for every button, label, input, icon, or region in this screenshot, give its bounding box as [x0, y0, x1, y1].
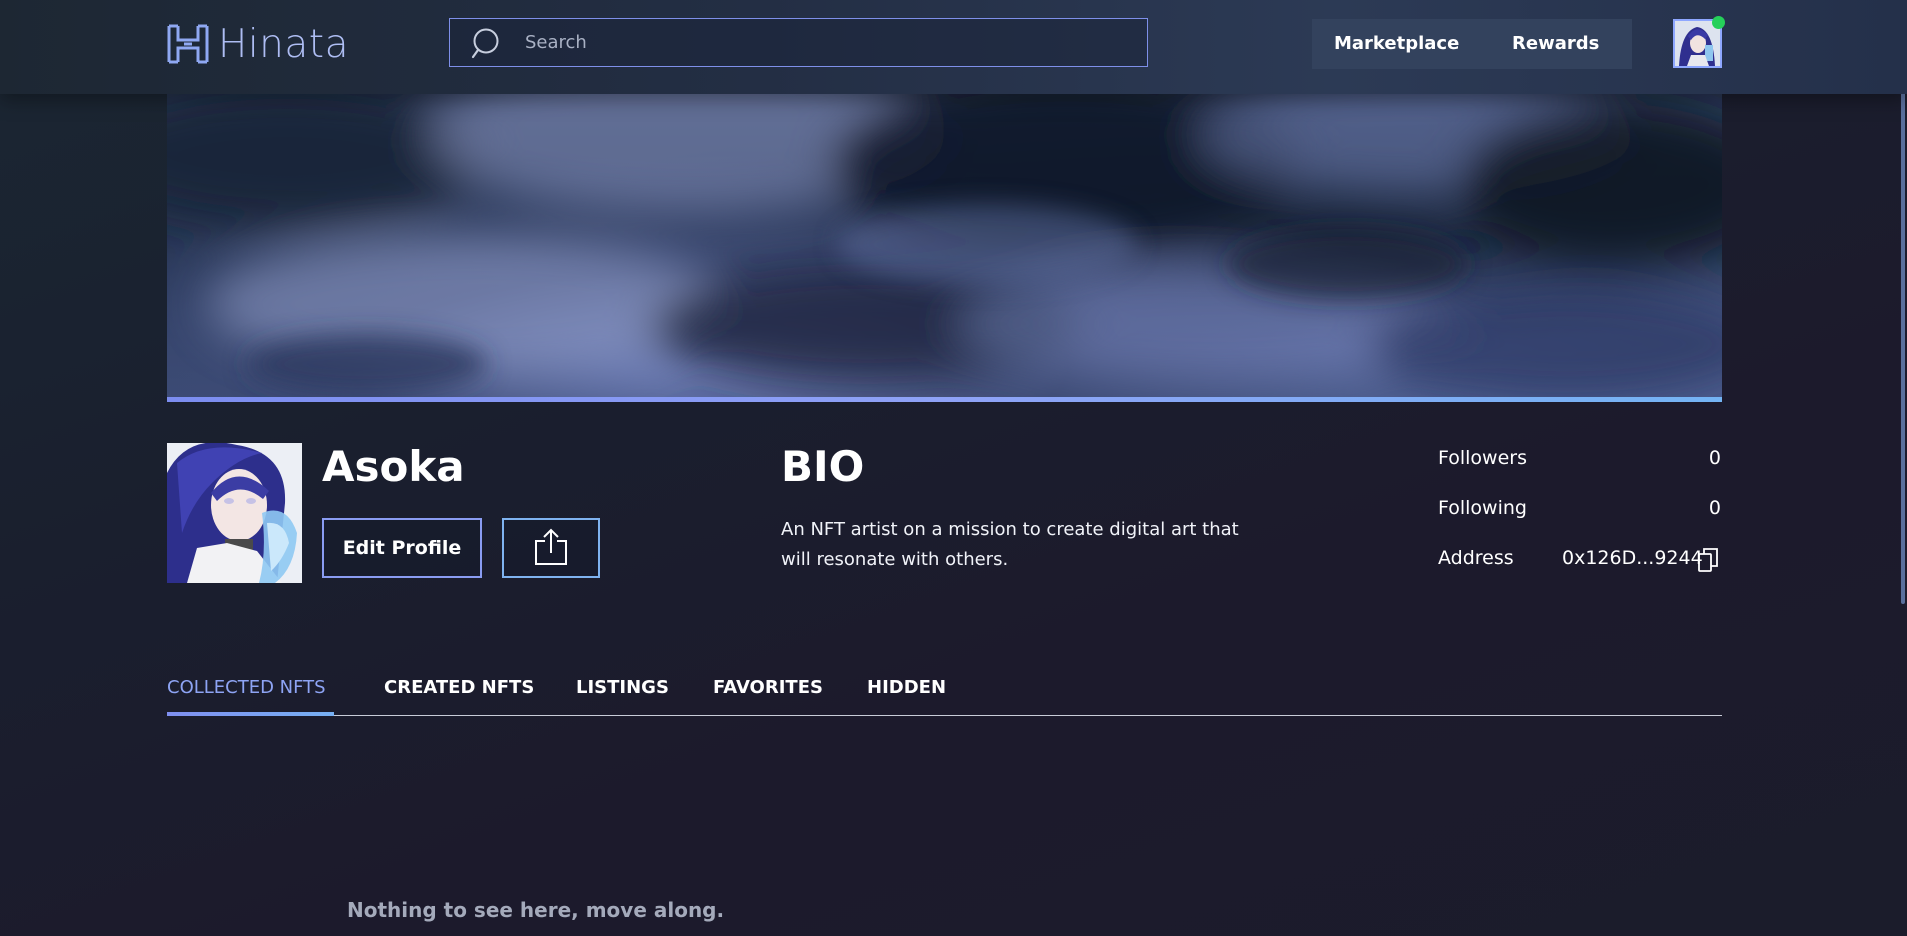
search-input[interactable] [523, 31, 1107, 54]
tab-created-nfts[interactable]: CREATED NFTS [384, 677, 534, 698]
search-bar[interactable] [449, 18, 1148, 67]
copy-icon[interactable] [1697, 547, 1719, 573]
followers-label: Followers [1438, 447, 1527, 469]
active-tab-indicator [167, 712, 334, 716]
banner-accent-line [167, 397, 1722, 402]
top-nav-bar: Hinata Marketplace Rewards [0, 0, 1907, 94]
bio-heading: BIO [781, 442, 865, 491]
search-icon [471, 27, 503, 59]
following-label: Following [1438, 497, 1527, 519]
profile-avatar [167, 443, 302, 583]
logo-text: Hinata [218, 21, 349, 67]
followers-count[interactable]: 0 [1709, 447, 1721, 469]
nav-marketplace-link[interactable]: Marketplace [1334, 33, 1459, 54]
profile-banner-image [167, 94, 1722, 397]
bio-text: An NFT artist on a mission to create dig… [781, 519, 1239, 570]
tab-listings[interactable]: LISTINGS [576, 677, 669, 698]
online-status-indicator [1712, 16, 1725, 29]
tab-hidden[interactable]: HIDDEN [867, 677, 946, 698]
wallet-address: 0x126D...9244 [1562, 547, 1703, 569]
address-label: Address [1438, 547, 1514, 569]
share-icon [534, 528, 568, 569]
following-count[interactable]: 0 [1709, 497, 1721, 519]
logo[interactable]: Hinata [166, 20, 349, 68]
edit-profile-button[interactable]: Edit Profile [322, 518, 482, 578]
empty-state-message: Nothing to see here, move along. [347, 898, 725, 922]
hinata-logo-icon [166, 23, 210, 65]
nav-menu: Marketplace Rewards [1312, 19, 1632, 69]
page-scrollbar[interactable] [1901, 92, 1905, 604]
profile-username: Asoka [322, 442, 465, 491]
share-button[interactable] [502, 518, 600, 578]
tab-favorites[interactable]: FAVORITES [713, 677, 823, 698]
profile-tabs: COLLECTED NFTS CREATED NFTS LISTINGS FAV… [167, 672, 1722, 716]
nav-rewards-link[interactable]: Rewards [1512, 33, 1599, 54]
tab-collected-nfts[interactable]: COLLECTED NFTS [167, 677, 326, 698]
